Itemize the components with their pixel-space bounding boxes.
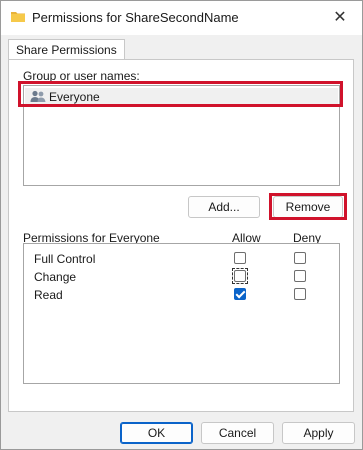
title-bar: Permissions for ShareSecondName ✕: [1, 1, 362, 35]
cancel-button-label: Cancel: [218, 426, 257, 440]
read-allow-checkbox[interactable]: [234, 288, 246, 300]
change-allow-checkbox[interactable]: [234, 270, 246, 282]
add-button-label: Add...: [208, 200, 240, 214]
add-button[interactable]: Add...: [188, 196, 260, 218]
perm-row-label: Change: [34, 270, 77, 284]
perm-row-label: Full Control: [34, 252, 96, 266]
full-control-allow-checkbox[interactable]: [234, 252, 246, 264]
read-deny-checkbox[interactable]: [294, 288, 306, 300]
apply-button-label: Apply: [303, 426, 334, 440]
permissions-dialog: Permissions for ShareSecondName ✕ Share …: [0, 0, 363, 450]
perm-row-label: Read: [34, 288, 63, 302]
folder-icon: [11, 12, 25, 22]
window-title: Permissions for ShareSecondName: [32, 10, 239, 25]
tab-share-permissions[interactable]: Share Permissions: [8, 39, 125, 60]
apply-button[interactable]: Apply: [282, 422, 355, 444]
full-control-deny-checkbox[interactable]: [294, 252, 306, 264]
cancel-button[interactable]: Cancel: [201, 422, 274, 444]
permissions-list: Full Control Change Read: [23, 243, 340, 384]
close-button[interactable]: ✕: [326, 5, 354, 31]
share-permissions-panel: Group or user names: Everyone Add... Rem…: [8, 59, 354, 412]
ok-button-label: OK: [147, 426, 166, 440]
change-deny-checkbox[interactable]: [294, 270, 306, 282]
ok-button[interactable]: OK: [120, 422, 193, 444]
close-icon: ✕: [333, 9, 347, 26]
highlight-everyone: [18, 81, 343, 107]
tab-strip: Share Permissions: [8, 39, 354, 61]
highlight-remove: [269, 193, 347, 220]
